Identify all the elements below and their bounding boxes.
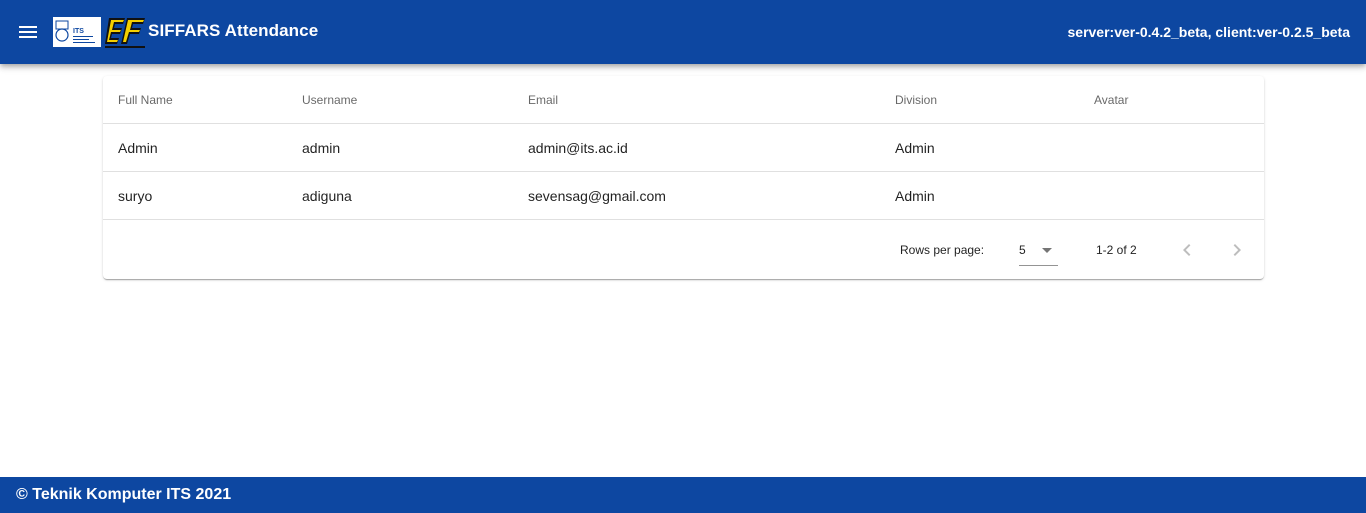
- chevron-right-icon: [1233, 244, 1241, 256]
- next-page-button[interactable]: [1225, 238, 1249, 262]
- previous-page-button[interactable]: [1175, 238, 1199, 262]
- table-header-row: Full Name Username Email Division Avatar: [103, 76, 1264, 124]
- table-row[interactable]: suryo adiguna sevensag@gmail.com Admin: [103, 172, 1264, 220]
- cell-username: admin: [302, 139, 341, 156]
- copyright-text: © Teknik Komputer ITS 2021: [16, 486, 232, 503]
- cell-full-name: Admin: [118, 139, 158, 156]
- cell-email: sevensag@gmail.com: [528, 187, 666, 204]
- column-header-username: Username: [302, 92, 358, 107]
- ef-logo: [103, 16, 147, 50]
- rows-per-page-value: 5: [1019, 243, 1026, 257]
- chevron-left-icon: [1183, 244, 1191, 256]
- its-logo: ITS: [53, 17, 101, 47]
- table-pagination: Rows per page: 5 1-2 of 2: [103, 220, 1264, 279]
- cell-email: admin@its.ac.id: [528, 139, 628, 156]
- table-row[interactable]: Admin admin admin@its.ac.id Admin: [103, 124, 1264, 172]
- menu-icon[interactable]: [16, 20, 40, 44]
- its-logo-text: ITS: [73, 28, 84, 35]
- page-range-text: 1-2 of 2: [1096, 243, 1137, 257]
- column-header-division: Division: [895, 92, 938, 107]
- rows-per-page-label: Rows per page:: [900, 243, 985, 257]
- rows-per-page-select[interactable]: 5: [1019, 234, 1058, 266]
- users-table-card: Full Name Username Email Division Avatar…: [103, 76, 1264, 279]
- page-footer: © Teknik Komputer ITS 2021: [0, 477, 1366, 513]
- cell-full-name: suryo: [118, 187, 153, 204]
- cell-division: Admin: [895, 139, 935, 156]
- column-header-email: Email: [528, 92, 559, 107]
- cell-username: adiguna: [302, 187, 352, 204]
- cell-division: Admin: [895, 187, 935, 204]
- app-title: SIFFARS Attendance: [148, 21, 319, 40]
- column-header-avatar: Avatar: [1094, 92, 1129, 107]
- arrow-drop-down-icon: [1042, 248, 1052, 253]
- version-text: server:ver-0.4.2_beta, client:ver-0.2.5_…: [1067, 24, 1351, 40]
- column-header-full-name: Full Name: [118, 92, 173, 107]
- app-bar: ITS SIFFARS Attendance server:ver-0.4.2_…: [0, 0, 1366, 64]
